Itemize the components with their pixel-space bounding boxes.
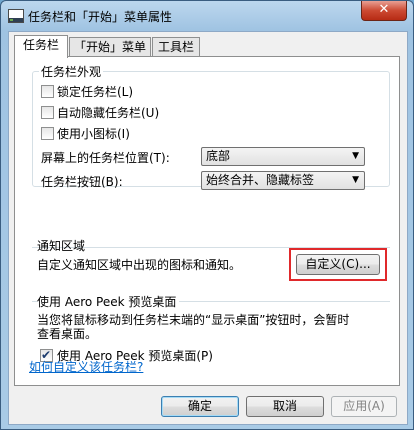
autohide-checkbox[interactable] bbox=[41, 106, 54, 119]
taskbar-properties-icon bbox=[8, 9, 24, 23]
close-button[interactable]: ✕ bbox=[361, 1, 407, 21]
buttons-label: 任务栏按钮(B): bbox=[41, 175, 123, 189]
small-icons-checkbox[interactable] bbox=[41, 127, 54, 140]
lock-taskbar-checkbox[interactable] bbox=[41, 85, 54, 98]
aeropeek-group-title: 使用 Aero Peek 预览桌面 bbox=[37, 293, 180, 310]
lock-taskbar-label[interactable]: 锁定任务栏(L) bbox=[57, 83, 133, 100]
location-label: 屏幕上的任务栏位置(T): bbox=[41, 151, 170, 165]
customize-button[interactable]: 自定义(C)... bbox=[296, 254, 380, 275]
location-select-value: 底部 bbox=[206, 149, 231, 163]
notification-description: 自定义通知区域中出现的图标和通知。 bbox=[37, 258, 242, 272]
appearance-group: 任务栏外观 锁定任务栏(L) 自动隐藏任务栏(U) 使用小图标(I) 屏幕上的任… bbox=[32, 63, 390, 190]
window-title: 任务栏和「开始」菜单属性 bbox=[28, 10, 173, 24]
location-select[interactable]: 底部 ▼ bbox=[201, 147, 365, 166]
help-link[interactable]: 如何自定义该任务栏? bbox=[29, 358, 143, 375]
buttons-select[interactable]: 始终合并、隐藏标签 ▼ bbox=[201, 171, 365, 190]
chevron-down-icon: ▼ bbox=[352, 151, 359, 161]
tab-start-menu[interactable]: 「开始」菜单 bbox=[69, 37, 151, 57]
tab-panel: 任务栏外观 锁定任务栏(L) 自动隐藏任务栏(U) 使用小图标(I) 屏幕上的任… bbox=[14, 56, 400, 386]
properties-window: 任务栏和「开始」菜单属性 ✕ 任务栏 「开始」菜单 工具栏 任务栏外观 锁定任务… bbox=[0, 0, 414, 430]
aeropeek-description-line2: 查看桌面。 bbox=[37, 327, 98, 341]
cancel-button[interactable]: 取消 bbox=[246, 396, 324, 417]
notification-group-title: 通知区域 bbox=[37, 239, 86, 253]
appearance-group-title: 任务栏外观 bbox=[39, 63, 104, 80]
small-icons-label[interactable]: 使用小图标(I) bbox=[57, 125, 130, 142]
title-bar[interactable]: 任务栏和「开始」菜单属性 ✕ bbox=[1, 1, 413, 31]
autohide-label[interactable]: 自动隐藏任务栏(U) bbox=[57, 104, 159, 121]
chevron-down-icon: ▼ bbox=[352, 175, 359, 185]
tab-taskbar[interactable]: 任务栏 bbox=[14, 35, 68, 58]
dialog-client-area: 任务栏 「开始」菜单 工具栏 任务栏外观 锁定任务栏(L) 自动隐藏任务栏(U)… bbox=[8, 31, 408, 425]
apply-button[interactable]: 应用(A) bbox=[331, 396, 397, 417]
tab-toolbars[interactable]: 工具栏 bbox=[152, 37, 200, 57]
close-icon: ✕ bbox=[378, 2, 390, 17]
ok-button[interactable]: 确定 bbox=[161, 396, 239, 417]
buttons-select-value: 始终合并、隐藏标签 bbox=[206, 173, 315, 187]
